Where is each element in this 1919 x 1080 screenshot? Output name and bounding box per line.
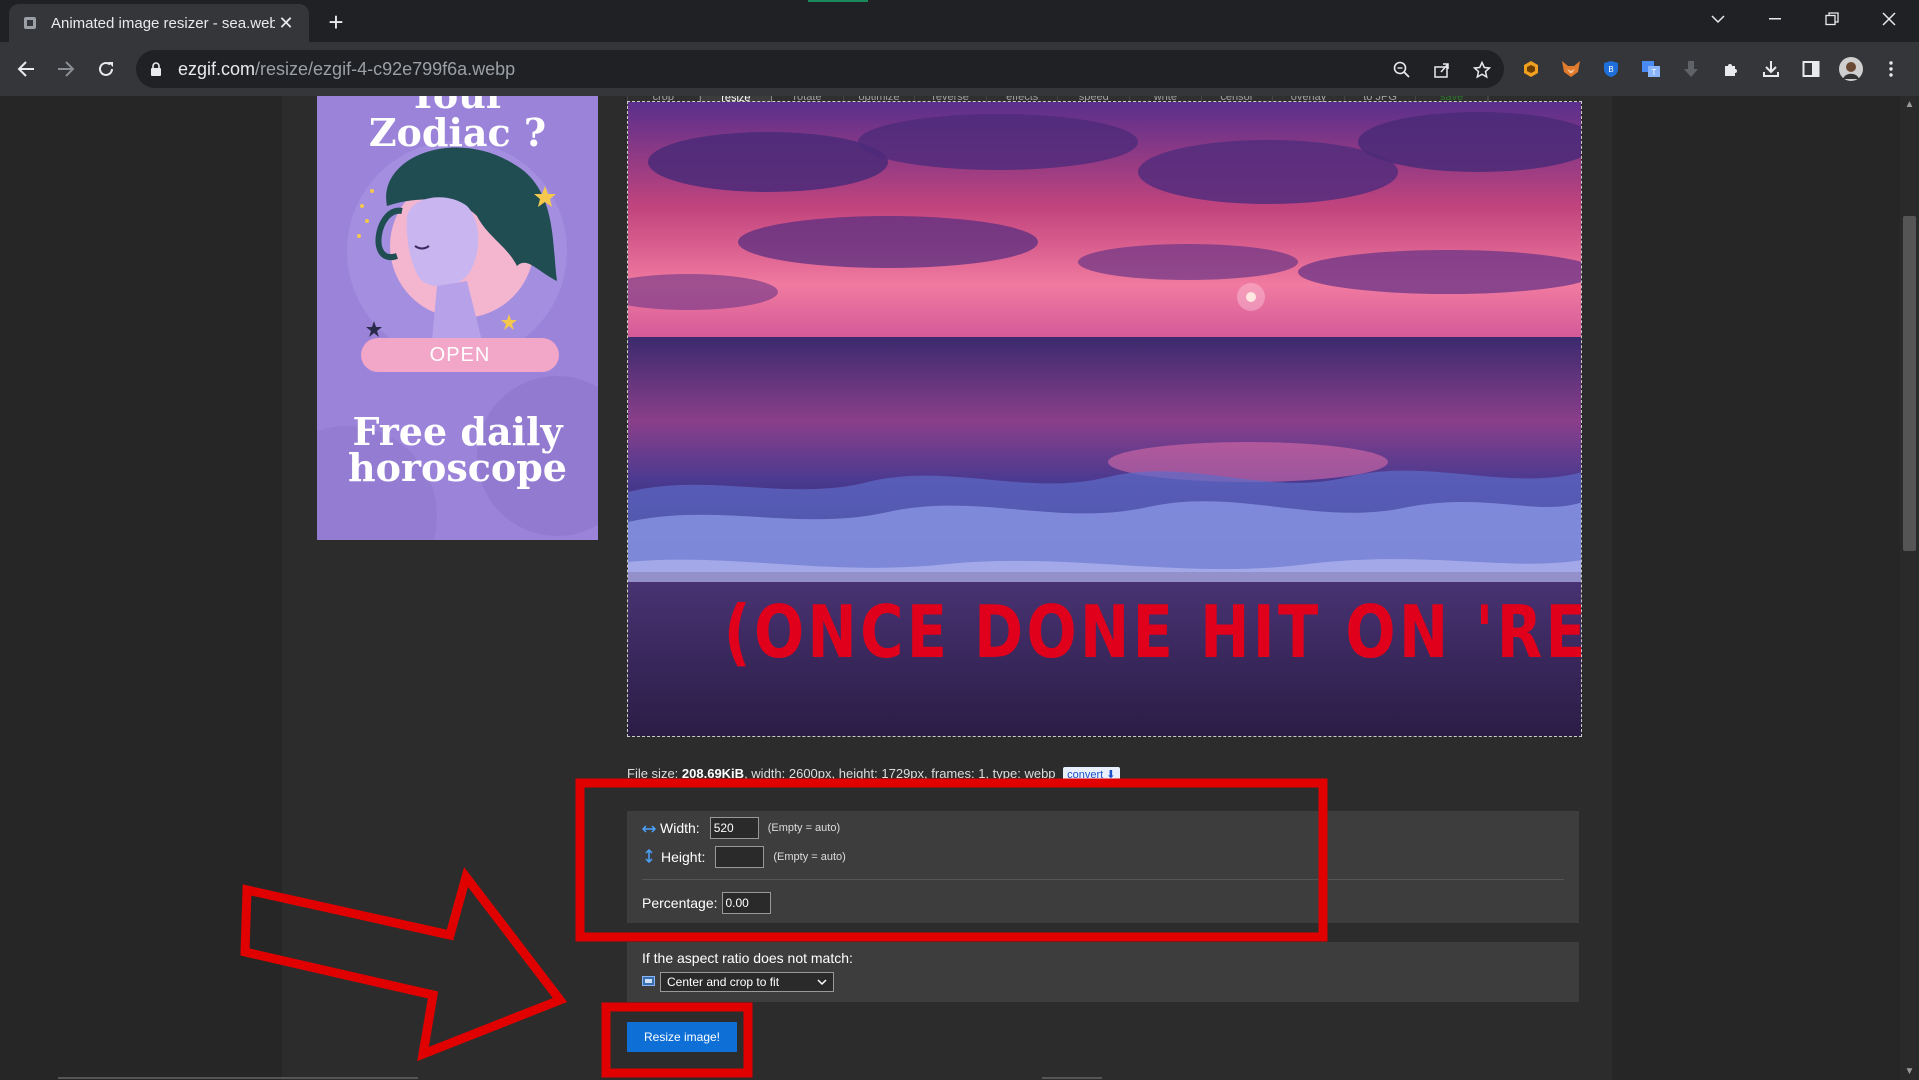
- extension-fox-icon[interactable]: [1557, 55, 1585, 83]
- extension-download-arrow-icon[interactable]: [1677, 55, 1705, 83]
- percentage-row: Percentage:: [642, 892, 771, 914]
- browser-toolbar: ezgif.com/resize/ezgif-4-c92e799f6a.webp…: [0, 42, 1919, 96]
- aspect-ratio-section: If the aspect ratio does not match: Cent…: [627, 942, 1579, 1002]
- browser-tab[interactable]: Animated image resizer - sea.webp ✕: [9, 4, 309, 42]
- address-bar[interactable]: ezgif.com/resize/ezgif-4-c92e799f6a.webp: [136, 50, 1504, 88]
- scroll-up-icon[interactable]: ▲: [1904, 99, 1915, 110]
- reload-icon[interactable]: [90, 53, 122, 85]
- bookmark-star-icon[interactable]: [1470, 58, 1494, 82]
- scrollbar-thumb[interactable]: [1903, 216, 1916, 551]
- page-viewport: Your Zodiac ? OPEN Free daily horoscope …: [0, 96, 1900, 1080]
- percentage-label: Percentage:: [642, 895, 718, 911]
- height-row: Height: (Empty = auto): [642, 846, 846, 868]
- tab-search-icon[interactable]: [1690, 0, 1746, 38]
- back-icon[interactable]: [10, 53, 42, 85]
- forward-icon[interactable]: [50, 53, 82, 85]
- width-hint: (Empty = auto): [767, 822, 841, 834]
- close-window-icon[interactable]: [1861, 0, 1917, 38]
- resize-image-button[interactable]: Resize image!: [627, 1022, 737, 1052]
- ad-tagline: Free daily horoscope: [348, 409, 567, 490]
- form-divider: [642, 879, 1564, 880]
- extension-cube-icon[interactable]: [1517, 55, 1545, 83]
- sea-image-preview: (ONCE DONE HIT ON 'RESIZE IMAGE'): [627, 101, 1582, 737]
- profile-avatar-icon[interactable]: [1837, 55, 1865, 83]
- tab-strip-indicator: [808, 0, 868, 2]
- bottom-edge-line: [58, 1077, 418, 1079]
- height-hint: (Empty = auto): [773, 851, 846, 863]
- height-input[interactable]: [715, 846, 765, 868]
- svg-text:T: T: [1652, 68, 1657, 77]
- tab-title: Animated image resizer - sea.webp: [51, 14, 275, 32]
- percentage-input[interactable]: [721, 892, 771, 914]
- scroll-down-icon[interactable]: ▼: [1904, 1066, 1915, 1077]
- resize-dimensions-form: Width: (Empty = auto) Height: (Empty = a…: [627, 811, 1579, 923]
- ezgif-favicon-icon: [21, 14, 39, 32]
- chevron-down-icon: [817, 979, 827, 986]
- file-size: 208.69KiB: [681, 766, 745, 781]
- browser-tab-strip: Animated image resizer - sea.webp ✕ +: [0, 0, 1919, 42]
- restore-icon[interactable]: [1804, 0, 1860, 38]
- width-arrow-icon: [641, 820, 657, 836]
- zoom-icon[interactable]: [1390, 58, 1414, 82]
- close-tab-icon[interactable]: ✕: [275, 12, 297, 34]
- chrome-menu-icon[interactable]: [1877, 55, 1905, 83]
- url-text[interactable]: ezgif.com/resize/ezgif-4-c92e799f6a.webp: [178, 59, 515, 80]
- horoscope-ad[interactable]: Your Zodiac ? OPEN Free daily horoscope: [317, 96, 598, 540]
- height-arrow-icon: [645, 848, 653, 866]
- extension-shield-icon[interactable]: B: [1597, 55, 1625, 83]
- file-info: File size: 208.69KiB, width: 2600px, hei…: [627, 766, 1120, 783]
- width-row: Width: (Empty = auto): [641, 817, 841, 839]
- side-panel-icon[interactable]: [1797, 55, 1825, 83]
- aspect-ratio-label: If the aspect ratio does not match:: [642, 950, 853, 966]
- extension-translate-icon[interactable]: T: [1637, 55, 1665, 83]
- convert-arrow-icon: ⬇: [1106, 769, 1116, 782]
- downloads-icon[interactable]: [1757, 55, 1785, 83]
- bottom-edge-line: [1042, 1077, 1102, 1079]
- ad-title: Your Zodiac ?: [368, 96, 547, 155]
- minimize-icon[interactable]: [1747, 0, 1803, 38]
- width-label: Width:: [660, 820, 700, 836]
- share-icon[interactable]: [1430, 58, 1454, 82]
- new-tab-button[interactable]: +: [322, 7, 350, 37]
- width-input[interactable]: [709, 817, 759, 839]
- page-scrollbar[interactable]: ▲ ▼: [1900, 96, 1919, 1080]
- extensions-puzzle-icon[interactable]: [1717, 55, 1745, 83]
- height-label: Height:: [661, 849, 706, 865]
- svg-text:B: B: [1608, 65, 1613, 74]
- instruction-overlay-text: (ONCE DONE HIT ON 'RESIZE IMAGE'): [723, 590, 1581, 674]
- aspect-ratio-icon: [642, 976, 655, 986]
- convert-button[interactable]: convert ⬇: [1063, 767, 1120, 783]
- lock-icon[interactable]: [150, 62, 166, 76]
- aspect-ratio-select[interactable]: Center and crop to fit: [660, 972, 834, 992]
- ad-open-button[interactable]: OPEN: [361, 338, 559, 372]
